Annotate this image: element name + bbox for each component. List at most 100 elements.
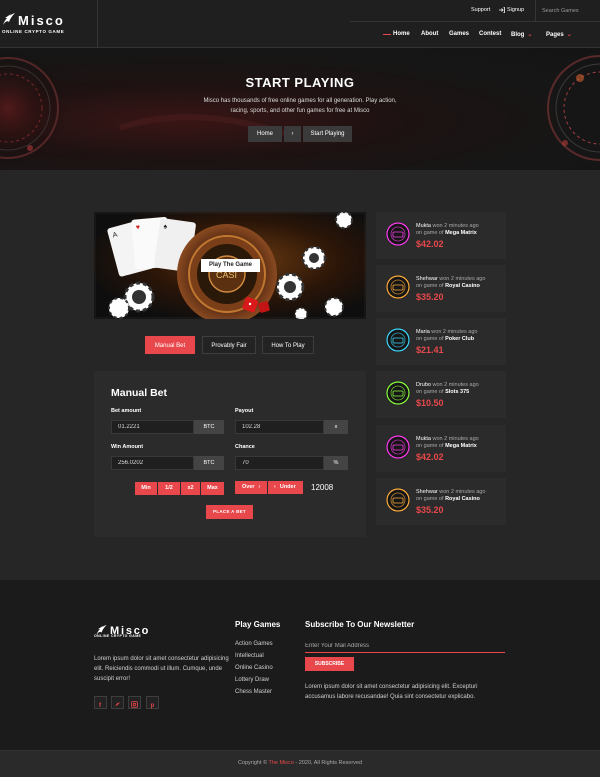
chance-unit: %: [324, 456, 348, 470]
double-button[interactable]: x2: [181, 482, 200, 495]
winner-game-line: on game of Mega Matrix: [416, 230, 477, 236]
winner-card[interactable]: Mukta won 2 minutes ago on game of Mega M…: [376, 212, 506, 259]
winner-user: Shehwar: [416, 489, 438, 495]
topbar-divider: [535, 0, 536, 22]
winner-user: Mukta: [416, 436, 431, 442]
over-label: Over: [242, 484, 255, 490]
half-button[interactable]: 1/2: [158, 482, 180, 495]
play-the-game-button[interactable]: Play The Game: [201, 259, 260, 272]
winner-user: Maria: [416, 329, 430, 335]
newsletter-text: Lorem ipsum dolor sit amet consectetur a…: [305, 684, 478, 700]
site-footer: [0, 580, 600, 750]
winner-on: on game of: [416, 389, 444, 395]
bet-amount-input[interactable]: [111, 420, 194, 434]
logo-tagline: ONLINE CRYPTO GAME: [2, 29, 65, 34]
play-games-heading: Play Games: [235, 620, 281, 629]
poker-club-icon: [386, 328, 410, 352]
facebook-icon: f: [99, 703, 102, 709]
nav-active-indicator: [383, 34, 391, 35]
winner-card[interactable]: Shehwar won 2 minutes ago on game of Roya…: [376, 265, 506, 312]
logo[interactable]: Misco ONLINE CRYPTO GAME: [0, 0, 98, 48]
copyright-brand-link[interactable]: The Misco: [269, 760, 294, 766]
tab-manual-bet[interactable]: Manual Bet: [145, 336, 195, 354]
chance-label: Chance: [235, 444, 255, 450]
bet-panel-title: Manual Bet: [111, 387, 168, 399]
win-amount-label: Win Amount: [111, 444, 144, 450]
winner-line: Shehwar won 2 minutes ago: [416, 276, 485, 282]
tab-provably-fair[interactable]: Provably Fair: [202, 336, 256, 354]
royal-casino-icon: [386, 275, 410, 299]
win-amount-input[interactable]: [111, 456, 194, 470]
twitter-button[interactable]: [111, 696, 124, 709]
tab-how-to-play[interactable]: How To Play: [262, 336, 314, 354]
svg-text:♥: ♥: [136, 224, 141, 231]
footer-link-chess-master[interactable]: Chess Master: [235, 689, 272, 695]
chevron-right-icon: ›: [258, 484, 261, 490]
nav-pages-label: Pages: [546, 32, 564, 38]
under-label: Under: [279, 484, 296, 490]
copyright-suffix: - 2020, All Rights Reserved: [295, 760, 363, 766]
winner-card[interactable]: Mukta won 2 minutes ago on game of Mega M…: [376, 425, 506, 472]
search-input[interactable]: [542, 6, 598, 16]
nav-blog[interactable]: Blog ⌄: [511, 31, 532, 38]
chevron-down-icon: ⌄: [566, 32, 572, 38]
newsletter-heading: Subscribe To Our Newsletter: [305, 620, 415, 629]
bet-amount-label: Bet amount: [111, 408, 142, 414]
winner-line: Mukta won 2 minutes ago: [416, 436, 479, 442]
nav-pages[interactable]: Pages ⌄: [546, 31, 572, 38]
max-button[interactable]: Max: [201, 482, 224, 495]
winner-game: Royal Casino: [445, 283, 480, 289]
winner-game: Mega Matrix: [445, 230, 477, 236]
win-amount-unit: BTC: [194, 456, 224, 470]
winner-card[interactable]: Maria won 2 minutes ago on game of Poker …: [376, 318, 506, 365]
place-bet-button[interactable]: PLACE A BET: [206, 505, 253, 519]
winner-time: won 2 minutes ago: [432, 223, 479, 229]
breadcrumb-separator: ›: [284, 126, 301, 142]
support-link[interactable]: Support: [471, 7, 490, 13]
instagram-icon: [131, 701, 138, 708]
winner-time: won 2 minutes ago: [431, 329, 478, 335]
winner-line: Mukta won 2 minutes ago: [416, 223, 479, 229]
hero-banner: START PLAYING Misco has thousands of fre…: [0, 48, 600, 170]
winner-game: Royal Casino: [445, 496, 480, 502]
breadcrumb-home[interactable]: Home: [248, 126, 282, 142]
site-header: Misco ONLINE CRYPTO GAME Support Signup …: [0, 0, 600, 48]
winner-card[interactable]: Shehwar won 2 minutes ago on game of Roya…: [376, 478, 506, 525]
min-button[interactable]: Min: [135, 482, 157, 495]
chance-input[interactable]: [235, 456, 324, 470]
facebook-button[interactable]: f: [94, 696, 107, 709]
winner-card[interactable]: Drubo won 2 minutes ago on game of Slots …: [376, 371, 506, 418]
page-title: START PLAYING: [245, 75, 355, 90]
footer-link-online-casino[interactable]: Online Casino: [235, 665, 273, 671]
winner-time: won 2 minutes ago: [439, 276, 486, 282]
winner-game-line: on game of Poker Club: [416, 336, 474, 342]
winner-game-line: on game of Royal Casino: [416, 496, 480, 502]
under-button[interactable]: ‹ Under: [268, 481, 303, 494]
winner-game-line: on game of Royal Casino: [416, 283, 480, 289]
over-button[interactable]: Over ›: [235, 481, 267, 494]
signup-link[interactable]: Signup: [507, 7, 524, 13]
winner-game: Mega Matrix: [445, 443, 477, 449]
nav-games[interactable]: Games: [449, 31, 469, 37]
nav-home[interactable]: Home: [393, 31, 410, 37]
nav-contest[interactable]: Contest: [479, 31, 501, 37]
footer-about-text: Lorem ipsum dolor sit amet consectetur a…: [94, 656, 229, 682]
top-bar: Support Signup: [350, 0, 600, 22]
royal-casino-icon: [386, 488, 410, 512]
pinterest-button[interactable]: p: [146, 696, 159, 709]
footer-link-intellectual[interactable]: Intellectual: [235, 653, 264, 659]
footer-link-action-games[interactable]: Action Games: [235, 641, 273, 647]
chevron-down-icon: ⌄: [527, 32, 533, 38]
winner-on: on game of: [416, 443, 444, 449]
subscribe-button[interactable]: SUBSCRIBE: [305, 657, 354, 671]
chevron-left-icon: ‹: [274, 484, 276, 490]
slots-icon: [386, 381, 410, 405]
winner-on: on game of: [416, 336, 444, 342]
instagram-button[interactable]: [128, 696, 141, 709]
footer-link-lottery-draw[interactable]: Lottery Draw: [235, 677, 269, 683]
email-field[interactable]: [305, 639, 505, 653]
payout-input[interactable]: [235, 420, 324, 434]
bet-amount-unit: BTC: [194, 420, 224, 434]
copyright-prefix: Copyright ©: [237, 760, 268, 766]
nav-about[interactable]: About: [421, 31, 438, 37]
